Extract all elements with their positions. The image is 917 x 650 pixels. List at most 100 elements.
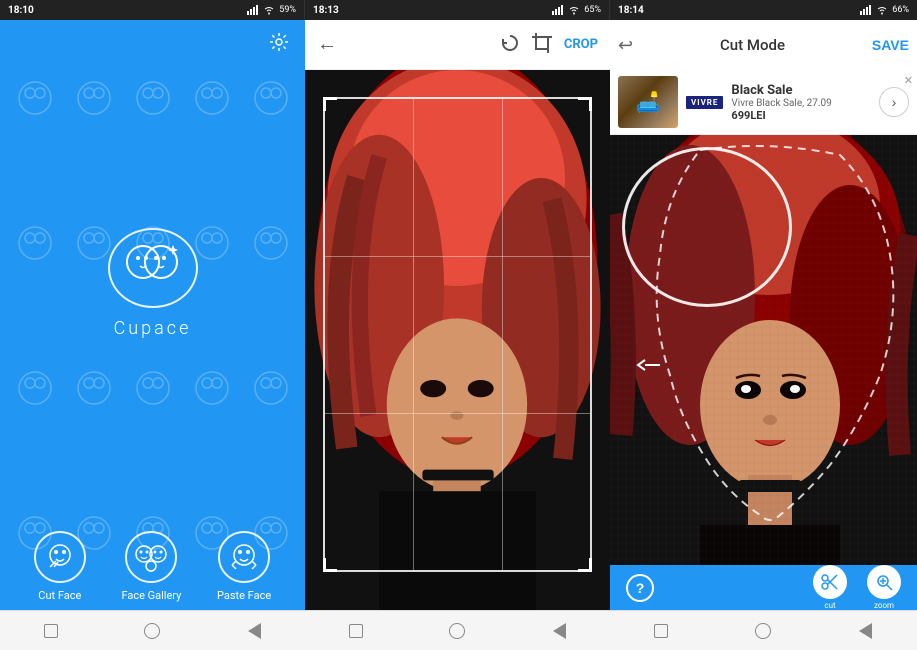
nav-triangle-icon-2: [553, 623, 566, 639]
cupace-header: [0, 20, 305, 67]
nav-square-icon-3: [654, 624, 668, 638]
paste-face-icon: [228, 541, 260, 573]
signal-icon: [247, 5, 259, 15]
cutmode-toolbar: ↩ Cut Mode SAVE: [610, 20, 917, 70]
nav-bar-panel3: [610, 610, 917, 650]
crop-overlay[interactable]: [323, 97, 591, 572]
undo-button[interactable]: ↩: [618, 35, 633, 56]
crop-image-area[interactable]: [305, 70, 610, 610]
corner-br: [578, 558, 592, 572]
crop-label: CROP: [564, 37, 598, 52]
nav-bar-panel1: [0, 610, 305, 650]
settings-button[interactable]: [265, 28, 293, 59]
ad-text-content: Black Sale Vivre Black Sale, 27.09 699LE…: [731, 83, 871, 122]
signal-icon-3: [860, 5, 872, 15]
save-label: SAVE: [872, 37, 909, 53]
grid-v1: [413, 99, 414, 570]
time-panel3: 18:14: [618, 5, 644, 16]
ad-close-btn[interactable]: ✕: [904, 74, 913, 87]
corner-tr: [578, 97, 592, 111]
cut-action[interactable]: cut: [813, 565, 847, 610]
nav-circle-icon: [144, 623, 160, 639]
cutmode-image-area[interactable]: [610, 135, 917, 565]
battery-panel2: 65%: [584, 5, 601, 15]
cutmode-title: Cut Mode: [720, 36, 785, 54]
crop-tool-button[interactable]: [532, 33, 552, 56]
panel-cupace: Cupace Cut Face: [0, 20, 305, 650]
paste-face-label: Paste Face: [217, 589, 271, 602]
save-button[interactable]: SAVE: [872, 37, 909, 53]
ad-chevron-right-icon: ›: [892, 94, 897, 110]
cupace-logo-area: Cupace: [0, 67, 305, 519]
nav-bar-panel2: [305, 610, 610, 650]
crop-toolbar: ← CROP: [305, 20, 610, 70]
ad-arrow-button[interactable]: ›: [879, 87, 909, 117]
wifi-icon-3: [876, 5, 888, 15]
grid-v2: [502, 99, 503, 570]
status-bar-panel3: 18:14 66%: [610, 0, 917, 20]
battery-panel3: 66%: [892, 5, 909, 15]
ad-price: 699LEI: [731, 109, 871, 122]
refresh-icon: [500, 33, 520, 53]
corner-tl: [323, 97, 337, 111]
cupace-app-name: Cupace: [114, 318, 192, 339]
help-button[interactable]: ?: [626, 574, 654, 602]
ad-title: Black Sale: [731, 83, 871, 98]
nav-square-icon-2: [349, 624, 363, 638]
zoom-action-label: zoom: [874, 601, 894, 610]
nav-circle-btn-1[interactable]: [140, 619, 164, 643]
cut-face-action[interactable]: Cut Face: [34, 531, 86, 602]
back-button[interactable]: ←: [317, 33, 337, 56]
status-icons-panel1: 59%: [247, 5, 296, 15]
cutmode-bottom-bar: ? cut: [610, 565, 917, 610]
ad-brand-name: VIVRE: [686, 96, 723, 109]
time-panel2: 18:13: [313, 5, 339, 16]
cut-face-icon: [44, 541, 76, 573]
panel-cutmode: ↩ Cut Mode SAVE ✕ 🛋️ VIVRE Black Sale Vi…: [610, 20, 917, 650]
time-panel1: 18:10: [8, 5, 34, 16]
ad-brand-logo: VIVRE: [686, 96, 723, 109]
nav-triangle-icon-3: [859, 623, 872, 639]
status-icons-panel3: 66%: [860, 5, 909, 15]
paste-face-action[interactable]: Paste Face: [217, 531, 271, 602]
nav-square-btn-2[interactable]: [344, 619, 368, 643]
nav-back-btn-1[interactable]: [242, 619, 266, 643]
nav-back-btn-3[interactable]: [854, 619, 878, 643]
face-gallery-icon-circle: [125, 531, 177, 583]
cut-action-circle: [813, 565, 847, 599]
battery-panel1: 59%: [279, 5, 296, 15]
grid-h1: [325, 256, 589, 257]
gear-icon: [269, 32, 289, 52]
face-gallery-action[interactable]: Face Gallery: [121, 531, 181, 602]
crop-tool-icon: [532, 33, 552, 53]
status-bar-panel1: 18:10 59%: [0, 0, 305, 20]
help-icon: ?: [636, 580, 645, 596]
nav-triangle-icon: [248, 623, 261, 639]
back-icon: ←: [317, 33, 337, 55]
nav-back-btn-2[interactable]: [547, 619, 571, 643]
wifi-icon: [263, 5, 275, 15]
face-gallery-icon: [134, 542, 168, 572]
corner-bl: [323, 558, 337, 572]
nav-square-btn-3[interactable]: [649, 619, 673, 643]
cupace-logo-icon: [108, 228, 198, 308]
nav-square-btn-1[interactable]: [39, 619, 63, 643]
wifi-icon-2: [568, 5, 580, 15]
panel-crop: ← CROP: [305, 20, 610, 650]
zoom-icon: [875, 573, 893, 591]
undo-icon: ↩: [618, 35, 633, 55]
status-bar-panel2: 18:13 65%: [305, 0, 610, 20]
cut-path-svg: [610, 135, 917, 565]
cut-face-label: Cut Face: [38, 589, 81, 602]
bottom-actions: cut zoom: [813, 565, 901, 610]
paste-face-icon-circle: [218, 531, 270, 583]
zoom-action[interactable]: zoom: [867, 565, 901, 610]
signal-icon-2: [552, 5, 564, 15]
nav-circle-icon-3: [755, 623, 771, 639]
refresh-button[interactable]: [500, 33, 520, 56]
nav-circle-btn-2[interactable]: [445, 619, 469, 643]
ad-image-preview: 🛋️: [618, 76, 678, 128]
nav-circle-btn-3[interactable]: [751, 619, 775, 643]
scissors-icon: [821, 573, 839, 591]
cutmode-bg: [610, 135, 917, 565]
